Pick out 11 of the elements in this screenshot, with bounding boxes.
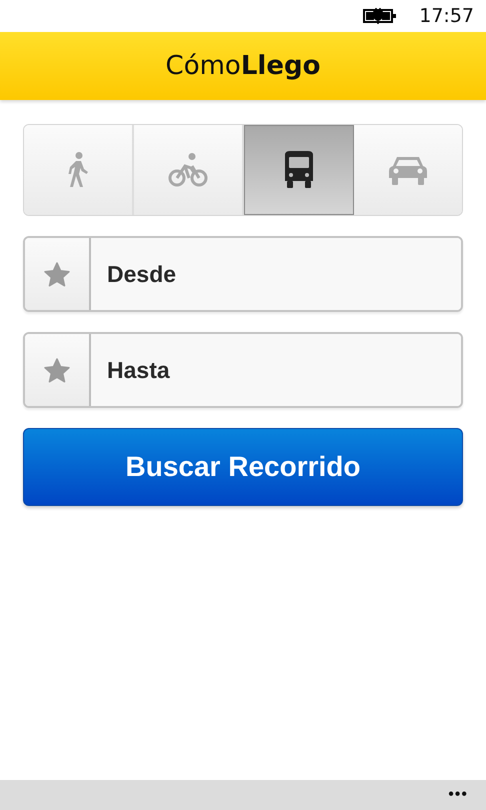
battery-charging-icon — [363, 8, 398, 24]
clock-time: 17:57 — [419, 5, 474, 27]
more-options-button[interactable]: ••• — [448, 786, 468, 804]
app-logo: CómoLlego — [166, 51, 320, 81]
bus-mode-tab[interactable] — [244, 125, 354, 215]
search-route-button[interactable]: Buscar Recorrido — [23, 428, 463, 506]
cyclist-icon — [168, 153, 208, 187]
walk-mode-tab[interactable] — [24, 125, 134, 215]
car-icon — [389, 155, 427, 185]
bus-icon — [282, 151, 316, 189]
walking-person-icon — [67, 152, 89, 188]
